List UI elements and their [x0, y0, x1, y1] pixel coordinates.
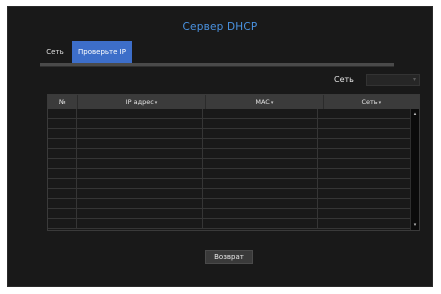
table-cell — [203, 209, 318, 218]
table-cell — [77, 189, 203, 198]
table-row[interactable] — [48, 139, 411, 149]
network-filter-select[interactable]: ▾ — [366, 74, 420, 86]
table-cell — [318, 189, 411, 198]
table-cell — [77, 219, 203, 228]
table-cell — [203, 219, 318, 228]
tab-network[interactable]: Сеть — [40, 41, 70, 63]
table-cell — [48, 159, 78, 168]
table-cell — [48, 109, 78, 118]
table-row[interactable] — [48, 159, 411, 169]
table-cell — [318, 199, 411, 208]
table-cell — [48, 139, 78, 148]
table-row[interactable] — [48, 179, 411, 189]
sort-icon: ▾ — [270, 100, 274, 106]
table-cell — [318, 139, 411, 148]
tab-check-ip[interactable]: Проверьте IP — [72, 41, 132, 63]
table-cell — [77, 199, 203, 208]
table-row[interactable] — [48, 209, 411, 219]
table-cell — [203, 149, 318, 158]
table-cell — [318, 219, 411, 228]
table-cell — [203, 189, 318, 198]
table-cell — [318, 159, 411, 168]
table-cell — [318, 179, 411, 188]
table-row[interactable] — [48, 189, 411, 199]
column-header-number[interactable]: № — [48, 95, 78, 109]
table-row[interactable] — [48, 199, 411, 209]
table-cell — [77, 159, 203, 168]
table-cell — [203, 179, 318, 188]
table-cell — [318, 119, 411, 128]
table-row[interactable] — [48, 129, 411, 139]
table-cell — [318, 109, 411, 118]
table-row[interactable] — [48, 169, 411, 179]
table-cell — [77, 149, 203, 158]
table-cell — [203, 129, 318, 138]
dhcp-clients-table: № IP адрес▾ MAC▾ Сеть▾ ▴ ▾ — [47, 94, 420, 231]
table-cell — [77, 209, 203, 218]
sort-icon: ▾ — [154, 100, 158, 106]
table-cell — [77, 119, 203, 128]
scroll-down-icon[interactable]: ▾ — [411, 221, 419, 229]
sort-icon: ▾ — [378, 100, 382, 106]
table-cell — [318, 169, 411, 178]
table-cell — [77, 139, 203, 148]
table-cell — [48, 179, 78, 188]
network-filter-label: Сеть — [334, 75, 354, 84]
table-cell — [203, 139, 318, 148]
table-cell — [77, 169, 203, 178]
table-cell — [48, 129, 78, 138]
table-body — [48, 109, 411, 230]
table-cell — [48, 199, 78, 208]
table-cell — [203, 199, 318, 208]
table-cell — [318, 209, 411, 218]
table-scrollbar[interactable]: ▴ ▾ — [410, 109, 419, 230]
table-cell — [48, 169, 78, 178]
table-cell — [48, 119, 78, 128]
chevron-down-icon: ▾ — [412, 76, 416, 83]
table-cell — [77, 129, 203, 138]
table-cell — [77, 179, 203, 188]
table-cell — [318, 149, 411, 158]
table-header: № IP адрес▾ MAC▾ Сеть▾ — [48, 95, 419, 109]
table-cell — [48, 219, 78, 228]
column-header-mac[interactable]: MAC▾ — [206, 95, 324, 109]
table-cell — [48, 209, 78, 218]
table-cell — [318, 129, 411, 138]
back-button[interactable]: Возврат — [205, 250, 253, 264]
table-row[interactable] — [48, 149, 411, 159]
table-row[interactable] — [48, 119, 411, 129]
tab-divider — [40, 63, 394, 67]
table-cell — [77, 109, 203, 118]
scroll-up-icon[interactable]: ▴ — [411, 110, 419, 118]
table-cell — [48, 189, 78, 198]
table-cell — [203, 159, 318, 168]
table-cell — [203, 109, 318, 118]
table-row[interactable] — [48, 109, 411, 119]
column-header-ip-address[interactable]: IP адрес▾ — [78, 95, 207, 109]
window-title: Сервер DHCP — [182, 21, 258, 33]
table-cell — [203, 119, 318, 128]
table-cell — [48, 149, 78, 158]
table-cell — [203, 169, 318, 178]
table-row[interactable] — [48, 219, 411, 229]
dhcp-server-window: Сервер DHCP Сеть Проверьте IP Сеть ▾ № I… — [7, 6, 433, 287]
column-header-network[interactable]: Сеть▾ — [324, 95, 419, 109]
